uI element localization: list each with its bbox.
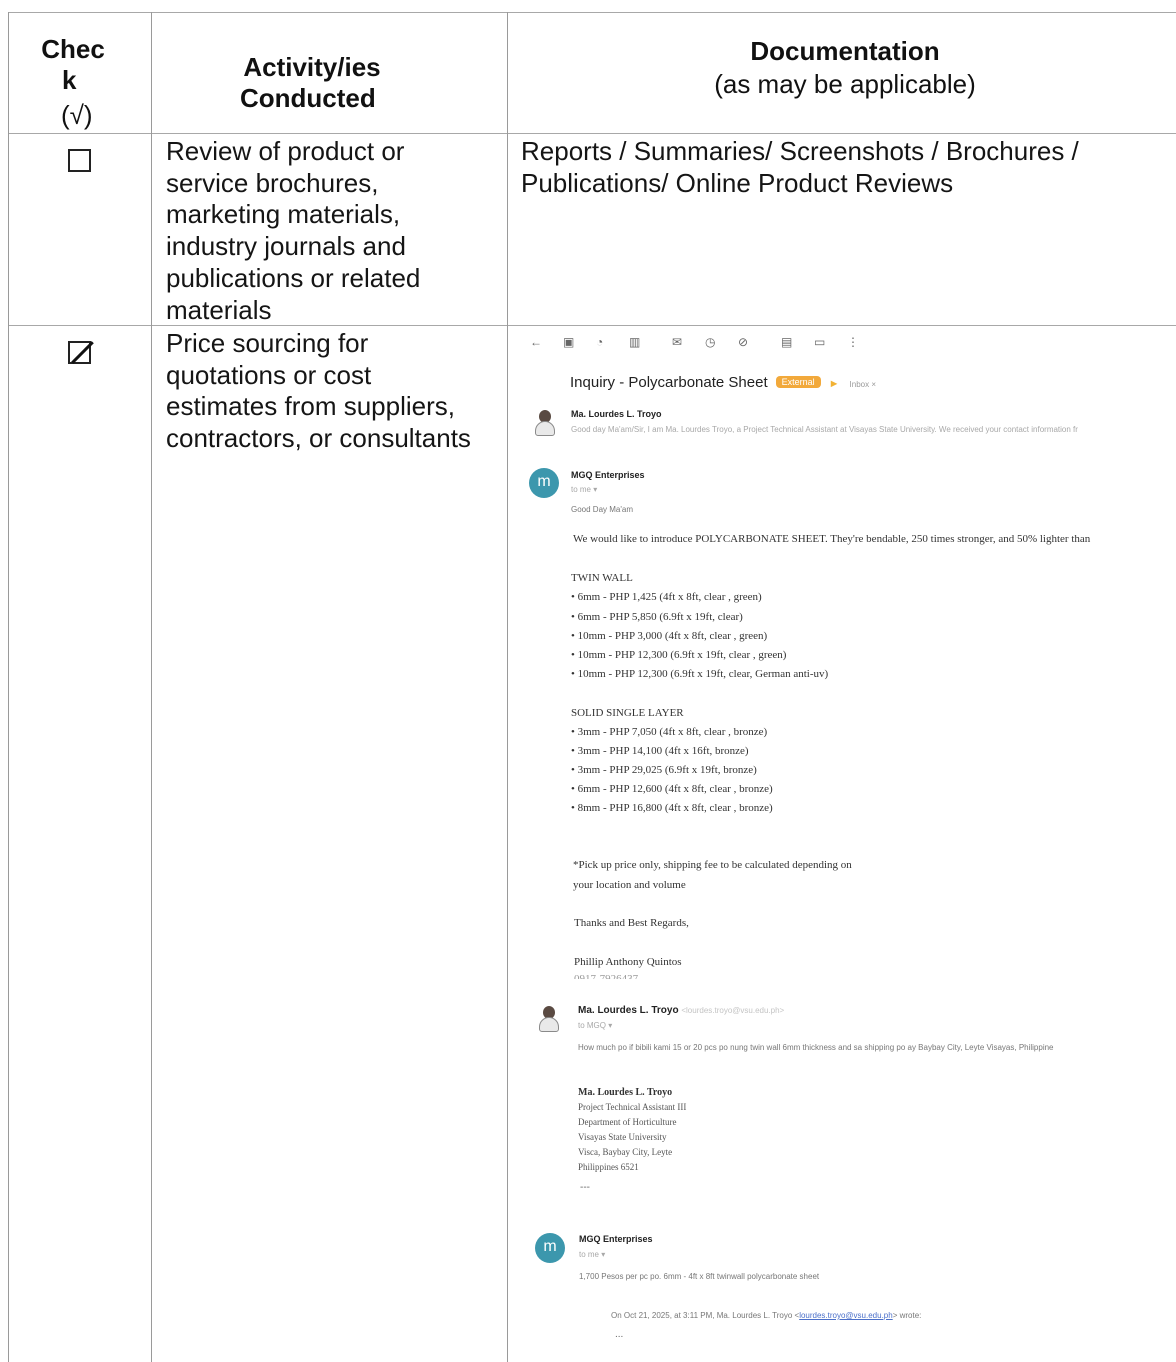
signature-name: Phillip Anthony Quintos [574,956,682,968]
twin-wall-item: • 6mm - PHP 5,850 (6.9ft x 19ft, clear) [571,611,743,623]
sender-avatar [538,1006,560,1032]
important-icon[interactable]: ► [829,378,840,390]
solid-layer-item: • 3mm - PHP 29,025 (6.9ft x 19ft, bronze… [571,764,757,776]
mgq-avatar: m [529,468,559,498]
inbox-label[interactable]: Inbox × [850,380,876,389]
solid-layer-item: • 8mm - PHP 16,800 (4ft x 8ft, clear , b… [571,802,773,814]
move-to-icon[interactable]: ▤ [781,334,814,352]
report-spam-icon[interactable]: ◔ [596,334,629,352]
table-top-border [8,12,1176,13]
sender-avatar [534,410,556,436]
message-3-email: <lourdes.troyo@vsu.edu.ph> [681,1006,785,1015]
message-3-sender[interactable]: Ma. Lourdes L. Troyo <lourdes.troyo@vsu.… [578,1005,784,1016]
twin-wall-item: • 10mm - PHP 12,300 (6.9ft x 19ft, clear… [571,668,829,680]
email-subject: Inquiry - Polycarbonate Sheet External ► In… [570,374,877,391]
message-3-signature: Ma. Lourdes L. Troyo Project Technical A… [578,1087,687,1172]
column-2-border [507,12,508,1362]
email-toolbar: ← ▣ ◔ ▥ ✉ ◷ ⊘ ▤ ▭ ⋮ [530,334,880,352]
row-1-activity: Review of product or service brochures, … [166,136,421,325]
message-2-recipient[interactable]: to me ▾ [571,485,597,494]
quoted-email-link[interactable]: lourdes.troyo@vsu.edu.ph [799,1311,893,1320]
signature-phone: 0917-7926437 [574,973,639,979]
back-arrow-icon[interactable]: ← [530,334,563,352]
shipping-note: your location and volume [573,879,686,891]
message-3-recipient[interactable]: to MGQ ▾ [578,1021,612,1030]
solid-layer-item: • 6mm - PHP 12,600 (4ft x 8ft, clear , b… [571,783,773,795]
mgq-avatar: m [535,1233,565,1263]
show-trimmed-content[interactable]: ... [615,1329,623,1340]
shipping-note: *Pick up price only, shipping fee to be … [573,859,852,871]
add-task-icon[interactable]: ⊘ [738,334,771,352]
message-2-greeting: Good Day Ma'am [571,505,633,514]
message-2-intro: We would like to introduce POLYCARBONATE… [573,533,1091,545]
quoted-header: On Oct 21, 2025, at 3:11 PM, Ma. Lourdes… [611,1311,922,1320]
message-2-sender[interactable]: MGQ Enterprises [571,470,645,480]
row-1-documentation: Reports / Summaries/ Screenshots / Broch… [521,136,1079,198]
header-row-border [8,133,1176,134]
row-2-checkbox-checked[interactable] [68,341,91,364]
twin-wall-title: TWIN WALL [571,572,633,584]
snooze-icon[interactable]: ◷ [705,334,738,352]
twin-wall-item: • 6mm - PHP 1,425 (4ft x 8ft, clear , gr… [571,591,762,603]
closing: Thanks and Best Regards, [574,917,689,929]
more-options-icon[interactable]: ⋮ [847,334,880,352]
message-1-sender[interactable]: Ma. Lourdes L. Troyo [571,409,662,419]
table-left-border [8,12,9,1362]
solid-layer-item: • 3mm - PHP 14,100 (4ft x 16ft, bronze) [571,745,749,757]
solid-layer-item: • 3mm - PHP 7,050 (4ft x 8ft, clear , br… [571,726,768,738]
message-4-sender[interactable]: MGQ Enterprises [579,1234,653,1244]
solid-layer-title: SOLID SINGLE LAYER [571,707,684,719]
header-documentation: Documentation (as may be applicable) [714,36,976,99]
external-badge: External [775,376,821,388]
message-3-body: How much po if bibili kami 15 or 20 pcs … [578,1043,1054,1052]
signature-separator: --- [580,1182,590,1193]
label-icon[interactable]: ▭ [814,334,847,352]
message-1-snippet[interactable]: Good day Ma'am/Sir, I am Ma. Lourdes Tro… [571,425,1078,434]
row-1-checkbox[interactable] [68,149,91,172]
document-page: Chec k (√) Activity/ies Conducted Docume… [0,0,1176,1362]
row-2-activity: Price sourcing for quotations or cost es… [166,328,471,454]
email-screenshot: ← ▣ ◔ ▥ ✉ ◷ ⊘ ▤ ▭ ⋮ Inquiry - Polycarbon… [520,328,1176,1358]
mark-unread-icon[interactable]: ✉ [672,334,705,352]
column-1-border [151,12,152,1362]
header-check: Chec k (√) [41,34,105,130]
twin-wall-item: • 10mm - PHP 12,300 (6.9ft x 19ft, clear… [571,649,787,661]
archive-icon[interactable]: ▣ [563,334,596,352]
message-4-recipient[interactable]: to me ▾ [579,1250,605,1259]
twin-wall-item: • 10mm - PHP 3,000 (4ft x 8ft, clear , g… [571,630,768,642]
header-activity: Activity/ies Conducted [240,52,381,113]
message-4-body: 1,700 Pesos per pc po. 6mm - 4ft x 8ft t… [579,1272,820,1281]
delete-icon[interactable]: ▥ [629,334,662,352]
